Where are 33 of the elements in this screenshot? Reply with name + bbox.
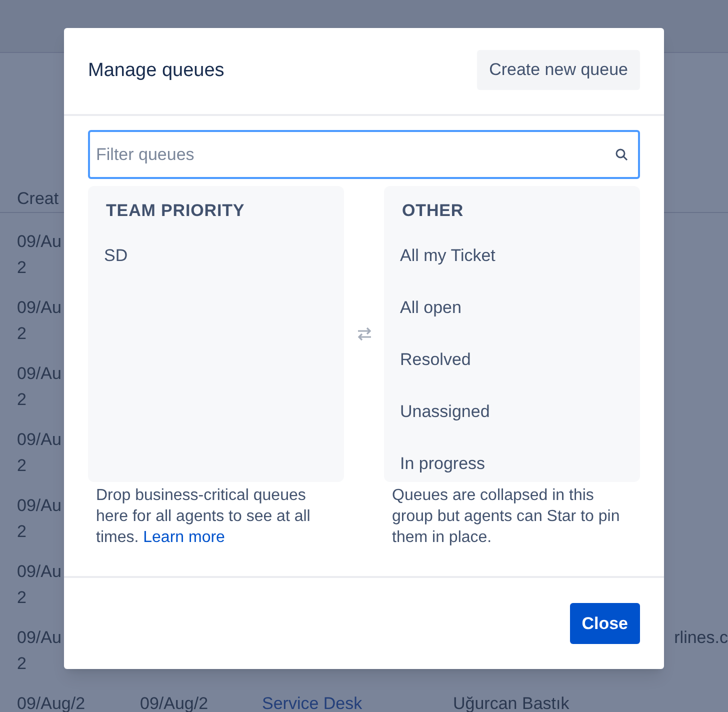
- queue-item[interactable]: Resolved: [400, 348, 471, 372]
- queue-item[interactable]: In progress: [400, 452, 486, 476]
- filter-field[interactable]: Filter queues: [88, 130, 640, 179]
- table-cell-text: 2: [17, 257, 26, 279]
- table-cell-text: 09/Au: [17, 363, 62, 385]
- learn-more-link[interactable]: Learn more: [143, 529, 225, 546]
- queue-item[interactable]: All my Ticket: [400, 244, 496, 268]
- table-cell-text: 09/Au: [17, 627, 62, 649]
- dialog-title: Manage queues: [88, 58, 224, 83]
- table-cell-text: 2: [17, 323, 26, 345]
- group-description: Queues are collapsed in this group but agents can Star to pin them in place.: [391, 486, 621, 548]
- queue-item[interactable]: Unassigned: [400, 400, 490, 424]
- column-header: Creat: [17, 188, 59, 210]
- queue-item[interactable]: All open: [400, 296, 462, 320]
- queue-item[interactable]: SD: [104, 244, 128, 268]
- create-queue-button[interactable]: Create new queue: [477, 50, 640, 90]
- close-button[interactable]: Close: [570, 603, 640, 644]
- table-cell-text: 2: [17, 521, 26, 543]
- table-cell-text: 2: [17, 587, 26, 609]
- table-cell-text: 2: [17, 389, 26, 411]
- group-description: Drop business-critical queues here for all agents to see at all times. Learn more: [95, 486, 312, 548]
- swap-arrows-icon: [356, 327, 372, 341]
- table-cell-text: rlines.c: [674, 627, 728, 649]
- search-icon: [615, 148, 628, 161]
- group-heading: TEAM PRIORITY: [106, 200, 246, 222]
- group-heading: OTHER: [402, 200, 465, 222]
- table-cell-text: 09/Au: [17, 297, 62, 319]
- table-cell-text: 2: [17, 653, 26, 675]
- table-cell-text: 09/Au: [17, 429, 62, 451]
- table-cell-text: 09/Au: [17, 231, 62, 253]
- table-cell-text: 09/Au: [17, 561, 62, 583]
- table-cell-text: 2: [17, 455, 26, 477]
- table-cell-text: 09/Au: [17, 495, 62, 517]
